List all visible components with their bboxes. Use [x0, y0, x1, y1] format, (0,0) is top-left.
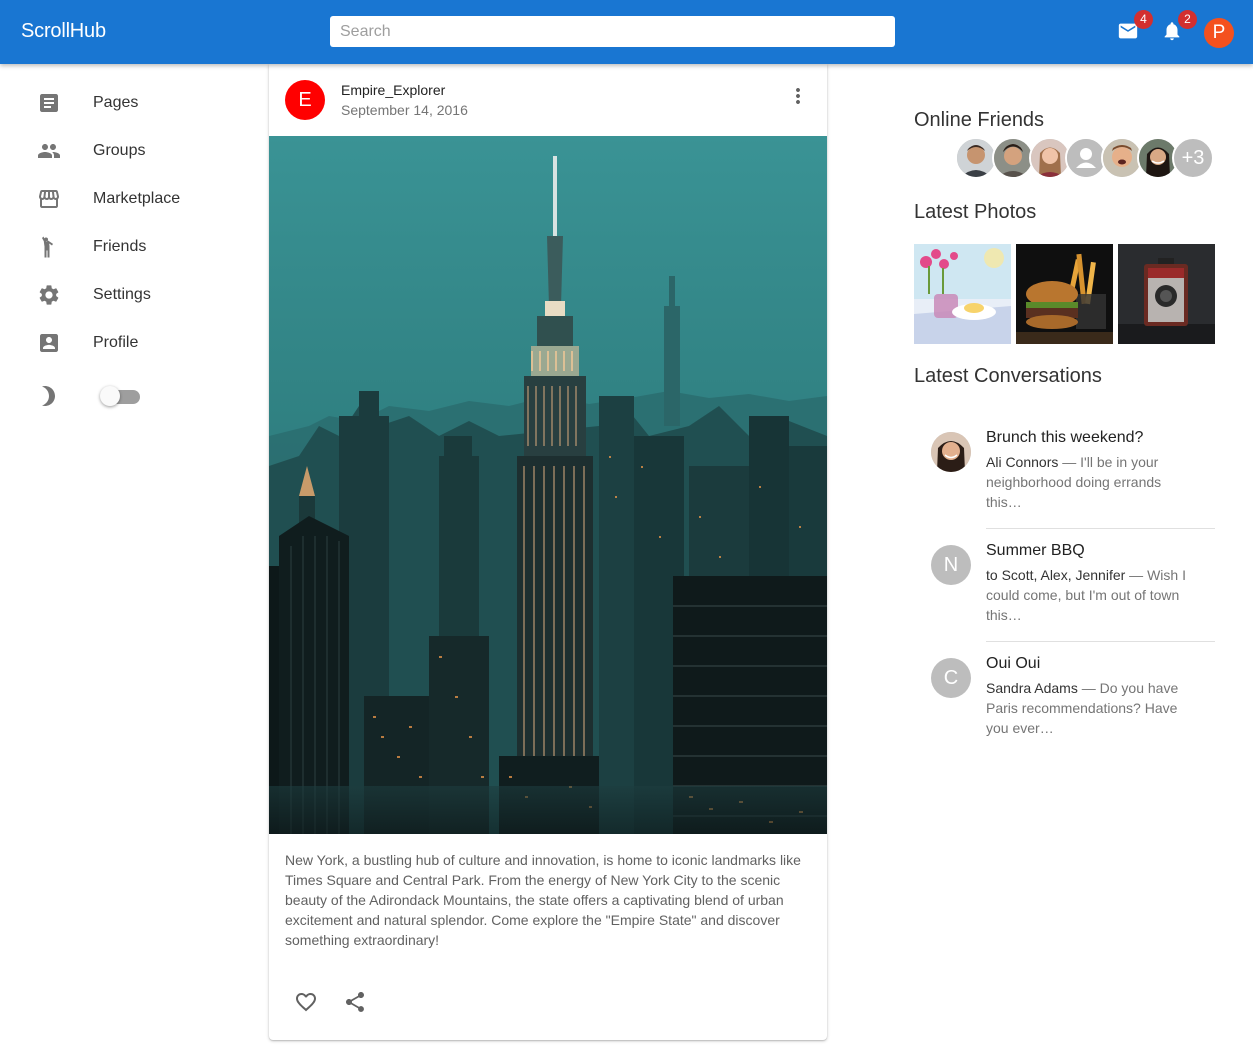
conversation-preview: to Scott, Alex, Jennifer — Wish I could … — [986, 565, 1196, 625]
storefront-icon — [37, 187, 61, 211]
conversation-preview: Sandra Adams — Do you have Paris recomme… — [986, 678, 1196, 738]
latest-photos-title: Latest Photos — [914, 201, 1037, 223]
friend-avatar[interactable] — [992, 137, 1034, 179]
moon-icon — [37, 384, 61, 408]
post-date: September 14, 2016 — [341, 102, 468, 118]
user-avatar[interactable]: P — [1204, 18, 1234, 48]
share-button[interactable] — [343, 990, 367, 1014]
sidebar-item-label: Friends — [93, 238, 147, 255]
divider — [986, 641, 1215, 642]
conversation-avatar — [931, 432, 971, 472]
dark-mode-switch[interactable] — [100, 386, 140, 406]
sidebar-item-label: Marketplace — [93, 190, 181, 207]
sidebar-item-label: Profile — [93, 334, 139, 351]
latest-photo-burger[interactable] — [1016, 244, 1113, 344]
conversation-avatar: N — [931, 545, 971, 585]
notification-badge: 2 — [1178, 10, 1197, 29]
post-text: New York, a bustling hub of culture and … — [285, 852, 801, 948]
post-photo[interactable] — [269, 136, 827, 834]
latest-photo-breakfast[interactable] — [914, 244, 1011, 344]
conversation-subject: Summer BBQ — [986, 542, 1085, 559]
heart-icon — [296, 993, 316, 1012]
switch-thumb — [100, 386, 120, 406]
sidebar-item-settings[interactable]: Settings — [0, 271, 250, 319]
friend-avatar[interactable] — [955, 137, 997, 179]
sidebar-item-label: Pages — [93, 94, 139, 111]
more-vert-icon — [796, 88, 800, 104]
gear-icon — [37, 283, 61, 307]
conversation-sender: Sandra Adams — [986, 680, 1078, 696]
more-options-button[interactable] — [786, 84, 810, 108]
sidebar-item-friends[interactable]: Friends — [0, 223, 250, 271]
article-icon — [37, 91, 61, 115]
city-skyline-image — [269, 136, 827, 834]
mail-button[interactable]: 4 — [1117, 10, 1153, 44]
group-icon — [37, 139, 61, 163]
notifications-button[interactable]: 2 — [1161, 10, 1197, 44]
conversation-preview: Ali Connors — I'll be in your neighborho… — [986, 452, 1196, 512]
more-friends-count[interactable]: +3 — [1172, 137, 1214, 179]
sidebar-item-marketplace[interactable]: Marketplace — [0, 175, 250, 223]
online-friends-title: Online Friends — [914, 109, 1045, 131]
sidebar-item-pages[interactable]: Pages — [0, 79, 250, 127]
theme-toggle-row — [0, 372, 250, 420]
conversation-avatar: C — [931, 658, 971, 698]
mail-badge: 4 — [1134, 10, 1153, 29]
account-box-icon — [37, 331, 61, 355]
post-card: E Empire_Explorer September 14, 2016 New… — [269, 64, 827, 1040]
author-avatar[interactable]: E — [285, 80, 325, 120]
conversation-sender: Ali Connors — [986, 454, 1059, 470]
app-title[interactable]: ScrollHub — [21, 20, 106, 43]
conversation-sender: to Scott, Alex, Jennifer — [986, 567, 1126, 583]
sidebar-item-label: Groups — [93, 142, 146, 159]
sidebar-item-groups[interactable]: Groups — [0, 127, 250, 175]
author-name[interactable]: Empire_Explorer — [341, 82, 445, 98]
search-input[interactable] — [330, 16, 895, 47]
latest-photo-camera[interactable] — [1118, 244, 1215, 344]
sidebar-item-profile[interactable]: Profile — [0, 319, 250, 367]
conversation-subject: Oui Oui — [986, 655, 1041, 672]
like-button[interactable] — [294, 990, 318, 1014]
divider — [986, 528, 1215, 529]
person-placeholder-icon — [1067, 139, 1105, 177]
conversation-subject: Brunch this weekend? — [986, 429, 1144, 446]
app-bar: ScrollHub 4 2 P — [0, 0, 1253, 64]
sidebar-item-label: Settings — [93, 286, 151, 303]
latest-conversations-title: Latest Conversations — [914, 365, 1102, 387]
person-wave-icon — [37, 235, 61, 259]
share-icon — [346, 992, 364, 1012]
